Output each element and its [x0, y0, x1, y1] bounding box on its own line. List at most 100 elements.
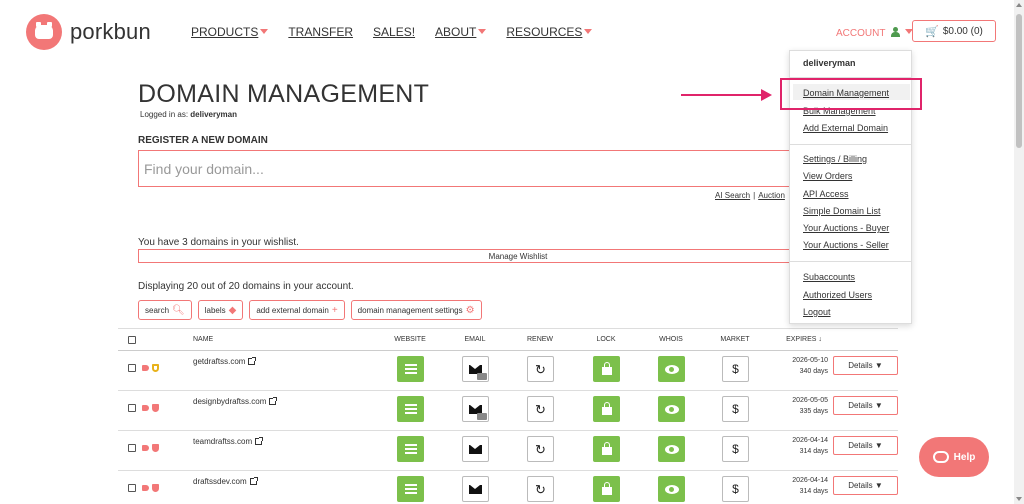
shield-icon[interactable] — [152, 484, 159, 492]
help-button[interactable]: Help — [919, 437, 989, 477]
details-button[interactable]: Details ▼ — [833, 396, 898, 415]
row-checkbox[interactable] — [128, 404, 136, 412]
domain-name-link[interactable]: designbydraftss.com — [193, 397, 278, 406]
lock-icon — [601, 402, 612, 415]
menu-add-external-domain[interactable]: Add External Domain — [803, 123, 888, 133]
row-checkbox[interactable] — [128, 444, 136, 452]
tag-icon[interactable] — [142, 445, 149, 451]
menu-auctions-seller[interactable]: Your Auctions - Seller — [803, 240, 889, 250]
col-market: MARKET — [720, 336, 750, 343]
tag-icon[interactable] — [142, 485, 149, 491]
menu-simple-domain-list[interactable]: Simple Domain List — [803, 206, 881, 216]
col-name: NAME — [193, 336, 214, 343]
email-button[interactable] — [462, 356, 489, 382]
refresh-icon: ↻ — [535, 441, 546, 457]
select-all-checkbox[interactable] — [128, 336, 136, 344]
website-button[interactable] — [397, 476, 424, 502]
whois-button[interactable] — [658, 356, 685, 382]
ai-search-link[interactable]: AI Search — [715, 191, 750, 200]
domain-name-link[interactable]: teamdraftss.com — [193, 437, 264, 446]
tag-icon[interactable] — [142, 365, 149, 371]
labels-button[interactable]: labels ◆ — [197, 300, 244, 320]
renew-button[interactable]: ↻ — [527, 396, 554, 422]
lock-button[interactable] — [593, 356, 620, 382]
add-external-domain-button[interactable]: add external domain + — [249, 300, 345, 320]
details-button[interactable]: Details ▼ — [833, 436, 898, 455]
whois-button[interactable] — [658, 396, 685, 422]
porkbun-logo[interactable]: porkbun — [26, 14, 151, 50]
page-scrollbar[interactable] — [1014, 0, 1024, 504]
nav-sales[interactable]: SALES! — [373, 25, 415, 39]
shield-icon[interactable] — [152, 404, 159, 412]
envelope-icon — [469, 484, 482, 494]
cart-button[interactable]: 🛒 $0.00 (0) — [912, 20, 996, 42]
market-button[interactable]: $ — [722, 436, 749, 462]
caret-down-icon — [260, 29, 269, 34]
menu-subaccounts[interactable]: Subaccounts — [803, 272, 855, 282]
auction-link[interactable]: Auction — [758, 191, 785, 200]
whois-button[interactable] — [658, 436, 685, 462]
scroll-down-arrow-icon[interactable] — [1016, 497, 1022, 501]
website-button[interactable] — [397, 356, 424, 382]
website-button[interactable] — [397, 396, 424, 422]
expiry-date: 2026-05-10 — [792, 357, 828, 364]
market-button[interactable]: $ — [722, 356, 749, 382]
menu-authorized-users[interactable]: Authorized Users — [803, 290, 872, 300]
domain-search-input[interactable] — [138, 150, 898, 187]
manage-wishlist-button[interactable]: Manage Wishlist — [138, 249, 898, 263]
nav-about[interactable]: ABOUT — [435, 25, 487, 39]
scroll-up-arrow-icon[interactable] — [1016, 3, 1022, 7]
row-checkbox[interactable] — [128, 484, 136, 492]
menu-auctions-buyer[interactable]: Your Auctions - Buyer — [803, 223, 889, 233]
col-expires[interactable]: EXPIRES ↓ — [778, 336, 830, 343]
table-header: NAME WEBSITE EMAIL RENEW LOCK WHOIS MARK… — [118, 328, 898, 351]
renew-button[interactable]: ↻ — [527, 476, 554, 502]
eye-icon — [664, 404, 679, 414]
market-button[interactable]: $ — [722, 396, 749, 422]
logged-in-username: deliveryman — [190, 110, 237, 119]
shield-icon[interactable] — [152, 444, 159, 452]
menu-settings-billing[interactable]: Settings / Billing — [803, 154, 867, 164]
domain-name-link[interactable]: getdraftss.com — [193, 357, 257, 366]
lock-icon — [601, 442, 612, 455]
menu-view-orders[interactable]: View Orders — [803, 171, 852, 181]
email-status-badge — [477, 373, 487, 380]
website-button[interactable] — [397, 436, 424, 462]
row-checkbox[interactable] — [128, 364, 136, 372]
details-button[interactable]: Details ▼ — [833, 356, 898, 375]
dropdown-username: deliveryman — [803, 58, 856, 68]
menu-api-access[interactable]: API Access — [803, 189, 849, 199]
table-row: teamdraftss.com ↻ $2026-04-14 314 days Detai… — [118, 431, 898, 471]
account-menu-toggle[interactable]: ACCOUNT — [836, 27, 913, 39]
email-button[interactable] — [462, 476, 489, 502]
annotation-arrow-head — [761, 89, 772, 101]
shield-icon[interactable] — [152, 364, 159, 372]
nav-resources[interactable]: RESOURCES — [506, 25, 593, 39]
scroll-thumb[interactable] — [1016, 14, 1022, 148]
renew-button[interactable]: ↻ — [527, 436, 554, 462]
register-domain-label: REGISTER A NEW DOMAIN — [138, 135, 268, 146]
external-link-icon — [248, 357, 257, 365]
tag-icon[interactable] — [142, 405, 149, 411]
wishlist-text: You have 3 domains in your wishlist. — [138, 237, 299, 248]
lock-button[interactable] — [593, 476, 620, 502]
domain-management-settings-button[interactable]: domain management settings ⚙ — [350, 300, 482, 320]
market-button[interactable]: $ — [722, 476, 749, 502]
email-button[interactable] — [462, 436, 489, 462]
search-button[interactable]: search 🔍︎ — [138, 300, 192, 320]
renew-button[interactable]: ↻ — [527, 356, 554, 382]
email-button[interactable] — [462, 396, 489, 422]
lock-button[interactable] — [593, 396, 620, 422]
menu-logout[interactable]: Logout — [803, 307, 831, 317]
col-lock: LOCK — [596, 336, 616, 343]
nav-products[interactable]: PRODUCTS — [191, 25, 269, 39]
dollar-icon: $ — [732, 442, 739, 456]
email-status-badge — [477, 413, 487, 420]
nav-transfer[interactable]: TRANSFER — [288, 25, 353, 39]
domain-table: NAME WEBSITE EMAIL RENEW LOCK WHOIS MARK… — [118, 328, 898, 504]
details-button[interactable]: Details ▼ — [833, 476, 898, 495]
whois-button[interactable] — [658, 476, 685, 502]
lock-button[interactable] — [593, 436, 620, 462]
cart-icon: 🛒 — [925, 25, 939, 38]
domain-name-link[interactable]: draftssdev.com — [193, 477, 258, 486]
